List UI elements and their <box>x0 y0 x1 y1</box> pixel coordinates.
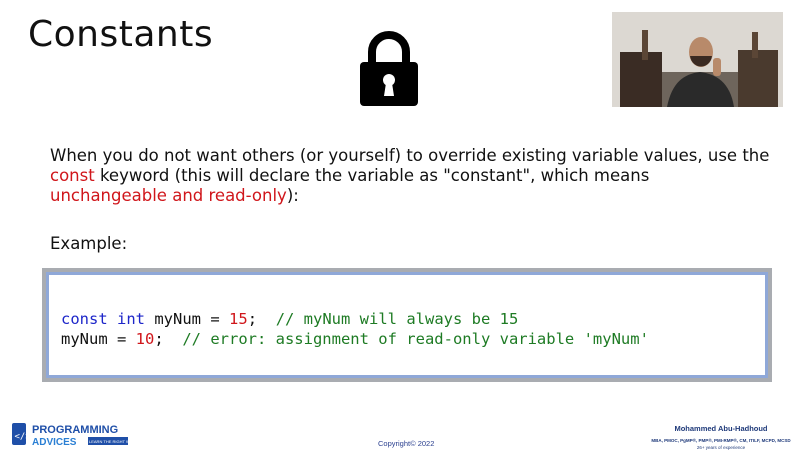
code-area: const int myNum = 15; // myNum will alwa… <box>46 272 768 378</box>
number-literal: 10 <box>135 330 155 348</box>
code-comment: // myNum will always be 15 <box>275 310 519 328</box>
presenter-name: Mohammed Abu-Hadhoud <box>674 424 768 433</box>
description-text-1: When you do not want others (or yourself… <box>50 146 770 165</box>
number-literal: 15 <box>229 310 248 328</box>
logo-tagline: LEARN THE RIGHT WAY <box>89 439 135 444</box>
description-text-2: keyword (this will declare the variable … <box>94 166 650 185</box>
description-paragraph: When you do not want others (or yourself… <box>50 146 770 206</box>
code-line-2: myNum = 10; // error: assignment of read… <box>61 329 765 349</box>
slide-title: Constants <box>28 14 214 55</box>
example-label: Example: <box>50 234 128 253</box>
programming-advices-logo: </> PROGRAMMING ADVICES LEARN THE RIGHT … <box>12 423 135 448</box>
keyword-int: int <box>117 310 146 328</box>
code-text: myNum = <box>145 310 230 328</box>
logo-line-1: PROGRAMMING <box>32 424 118 436</box>
presenter-info: Mohammed Abu-Hadhoud MBA, PMOC, PgMP®, P… <box>646 424 796 450</box>
code-text: ; <box>154 330 183 348</box>
presenter-experience: 26+ years of experience <box>696 445 746 450</box>
presenter-credentials: MBA, PMOC, PgMP®, PMP®, PMI-RMP®, CM, IT… <box>651 438 791 443</box>
code-text: ; <box>247 310 276 328</box>
logo-line-2: ADVICES <box>32 437 77 448</box>
copyright-text: Copyright© 2022 <box>378 439 435 448</box>
code-text: myNum = <box>61 330 136 348</box>
code-comment: // error: assignment of read-only variab… <box>182 330 649 348</box>
description-const-keyword: const <box>50 166 95 185</box>
code-line-1: const int myNum = 15; // myNum will alwa… <box>61 309 765 329</box>
code-box: const int myNum = 15; // myNum will alwa… <box>42 268 772 382</box>
description-highlight: unchangeable and read-only <box>50 186 287 205</box>
svg-text:</>: </> <box>15 432 32 442</box>
description-text-3: ): <box>286 186 299 205</box>
presenter-webcam <box>612 12 783 107</box>
keyword-const: const <box>61 310 108 328</box>
lock-icon <box>360 31 418 106</box>
